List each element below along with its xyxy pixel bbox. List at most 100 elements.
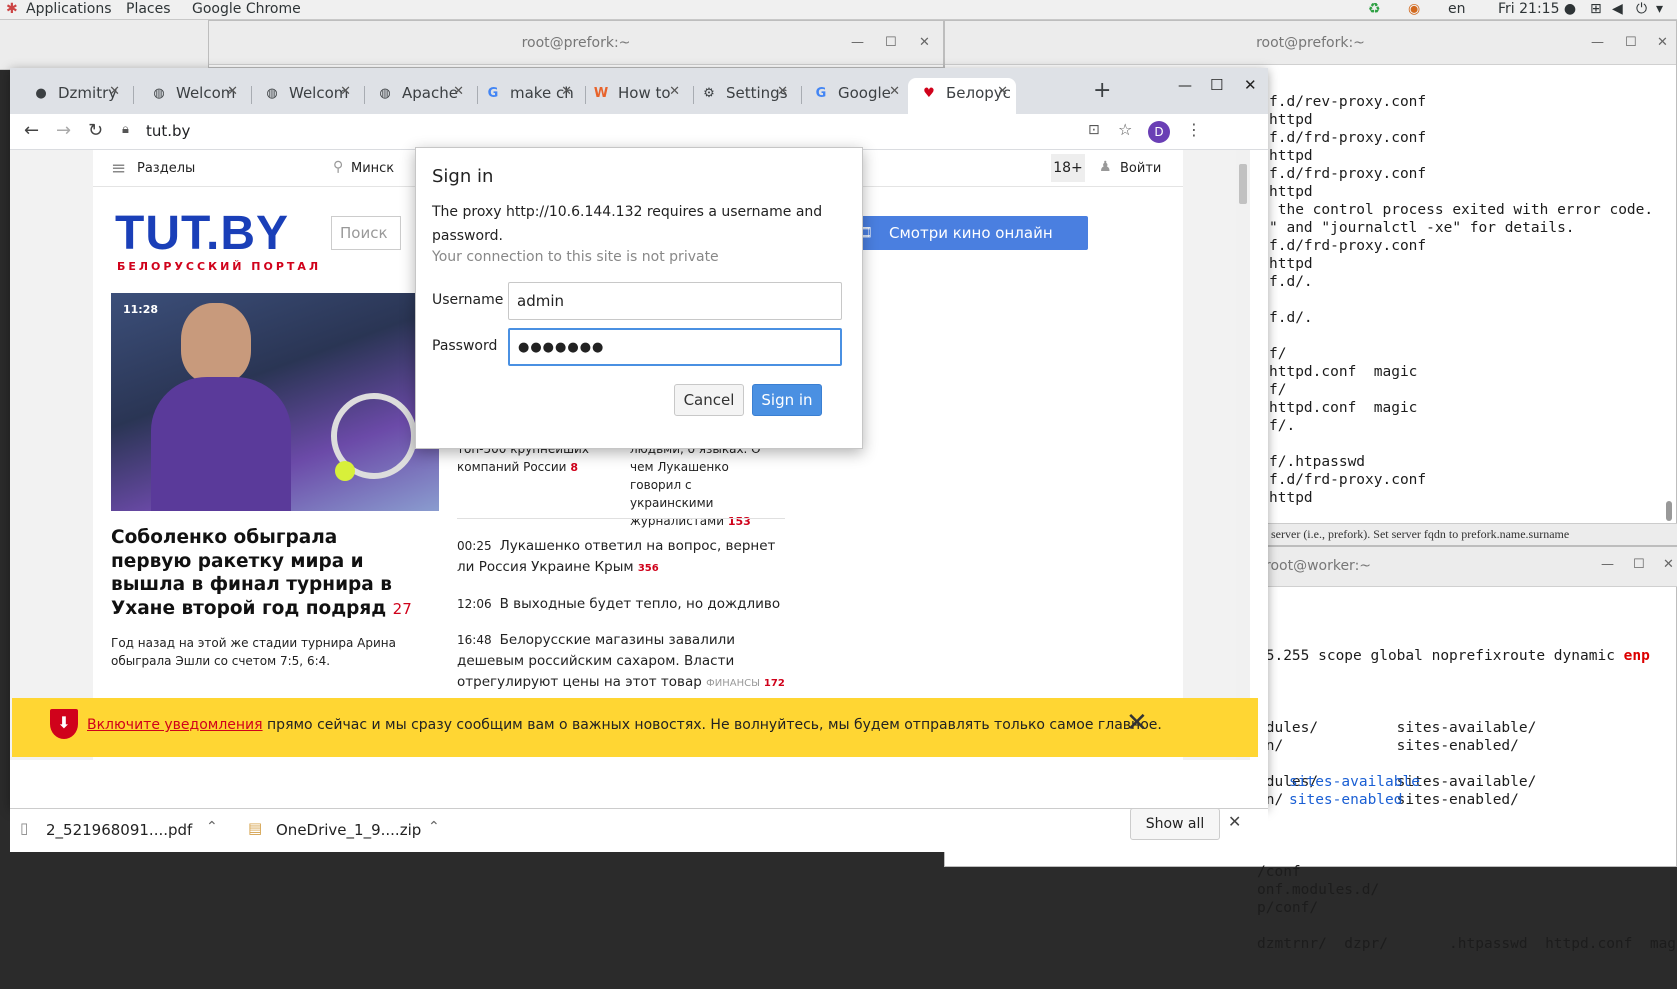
tab-7[interactable]: G Google ✕ [800,78,908,110]
chevron-up-icon[interactable]: ⌃ [428,819,440,835]
back-arrow-icon[interactable]: ← [24,120,39,141]
places-menu[interactable]: Places [126,1,171,17]
lock-icon[interactable]: 🔒︎ [122,122,129,137]
tennis-ball-icon [335,461,355,481]
news-item[interactable]: 12:06 В выходные будет тепло, но дождливо [457,594,787,615]
tab-1[interactable]: ◍ Welcom ✕ [138,78,246,110]
volume-icon[interactable]: ◀ [1612,1,1623,17]
tab-2[interactable]: ◍ Welcom ✕ [251,78,359,110]
close-tab-icon[interactable]: ✕ [561,84,572,99]
sections-link[interactable]: Разделы [137,161,195,176]
news-text[interactable]: Лукашенко ответил на вопрос, вернет ли Р… [457,538,775,575]
minimize-icon[interactable]: — [1178,78,1192,94]
news-text[interactable]: В выходные будет тепло, но дождливо [500,596,781,612]
chevron-up-icon[interactable]: ⌃ [206,819,218,835]
app-menu[interactable]: Google Chrome [192,1,301,17]
editor-line: server (i.e., prefork). Set server fqdn … [1271,527,1570,541]
network-icon[interactable]: ⊞ [1590,1,1602,17]
headline-text[interactable]: Соболенко обыграла первую ракетку мира и… [111,527,392,619]
bookmark-star-icon[interactable]: ☆ [1118,120,1132,139]
site-logo[interactable]: TUT.BY [115,210,289,258]
news-item[interactable]: 00:25 Лукашенко ответил на вопрос, вернет… [457,536,787,579]
maximize-icon[interactable]: ☐ [885,35,897,50]
download-item-2[interactable]: OneDrive_1_9....zip [276,821,421,839]
comment-count[interactable]: 27 [393,600,412,618]
news-tag[interactable]: ФИНАНСЫ [706,678,760,689]
site-search-input[interactable]: Поиск [331,216,401,250]
close-tab-icon[interactable]: ✕ [997,84,1008,99]
minimize-icon[interactable]: — [851,35,864,50]
comment-count[interactable]: 153 [728,515,751,528]
hamburger-icon[interactable]: ≡ [111,158,126,179]
close-tab-icon[interactable]: ✕ [889,84,900,99]
close-icon[interactable]: ✕ [1244,76,1257,94]
close-icon[interactable]: ✕ [1126,708,1148,738]
close-tab-icon[interactable]: ✕ [227,84,238,99]
reload-icon[interactable]: ↻ [88,120,103,141]
maximize-icon[interactable]: ☐ [1625,35,1637,50]
enable-notifications-link[interactable]: Включите уведомления [87,717,263,733]
news-item[interactable]: 16:48 Белорусские магазины завалили дешев… [457,630,787,694]
tab-0[interactable]: ● Dzmitry ✕ [20,78,128,110]
maximize-icon[interactable]: ☐ [1210,76,1223,94]
comment-count[interactable]: 356 [638,563,659,574]
keyboard-layout[interactable]: en [1448,1,1466,17]
applications-menu[interactable]: Applications [26,1,112,17]
tab-6[interactable]: ⚙ Settings ✕ [688,78,796,110]
main-news-headline[interactable]: Соболенко обыграла первую ракетку мира и… [111,526,421,621]
location-pin-icon: ⚲ [333,159,344,175]
recycle-icon[interactable]: ♻ [1368,1,1381,17]
tab-8[interactable]: ♥ Белорус ✕ [908,78,1016,114]
username-field[interactable]: admin [508,282,842,320]
omnibox[interactable]: 🔒︎ tut.by [114,118,1214,146]
url-text[interactable]: tut.by [146,122,190,140]
main-news-image[interactable]: 11:28 [111,293,439,511]
news-text[interactable]: Белорусские магазины завалили дешевым ро… [457,632,735,690]
clock[interactable]: Fri 21:15 ● [1498,1,1576,17]
close-icon[interactable]: ✕ [1228,812,1241,831]
terminal-title: root@prefork:~ [521,35,631,51]
minimize-icon[interactable]: — [1591,35,1604,50]
login-link[interactable]: Войти [1120,161,1161,176]
scrollbar-thumb[interactable] [1239,164,1247,204]
close-tab-icon[interactable]: ✕ [453,84,464,99]
close-tab-icon[interactable]: ✕ [340,84,351,99]
chevron-down-icon[interactable]: ▾ [1656,1,1663,17]
close-icon[interactable]: ✕ [1663,557,1674,572]
power-icon[interactable]: ⏻ [1636,1,1647,17]
close-tab-icon[interactable]: ✕ [109,84,120,99]
tray-app-icon[interactable]: ◉ [1408,1,1420,17]
password-field[interactable]: ●●●●●●● [508,328,842,366]
comment-count[interactable]: 172 [764,678,785,689]
interface-name: enp [1623,648,1650,664]
forward-arrow-icon[interactable]: → [56,120,71,141]
close-icon[interactable]: ✕ [1657,35,1668,50]
sign-in-button[interactable]: Sign in [752,384,822,416]
city-selector[interactable]: Минск [351,161,394,176]
minimize-icon[interactable]: — [1601,557,1614,572]
close-tab-icon[interactable]: ✕ [669,84,680,99]
tab-5[interactable]: W How to ✕ [580,78,688,110]
profile-avatar[interactable]: D [1148,121,1170,143]
tab-4[interactable]: Gmake ch ✕ [472,78,580,110]
menu-dots-icon[interactable]: ⋮ [1186,120,1202,139]
comment-count[interactable]: 8 [570,461,578,474]
translate-icon[interactable]: ⊡ [1088,122,1100,138]
close-icon[interactable]: ✕ [919,35,930,50]
terminal-title: root@worker:~ [1265,558,1372,574]
maximize-icon[interactable]: ☐ [1633,557,1645,572]
tab-separator [133,86,134,104]
page-scrollbar[interactable] [1236,150,1250,760]
tab-3[interactable]: ◍ Apache ✕ [364,78,472,110]
show-all-button[interactable]: Show all [1130,808,1220,840]
terminal-window-prefork-1[interactable]: root@prefork:~ — ☐ ✕ [208,20,944,68]
news-time: 12:06 [457,597,492,611]
terminal-scrollbar[interactable] [1666,501,1672,521]
download-item-1[interactable]: 2_521968091....pdf [46,821,192,839]
close-tab-icon[interactable]: ✕ [777,84,788,99]
chrome-window[interactable]: ● Dzmitry ✕ ◍ Welcom ✕ ◍ Welcom ✕ ◍ Apache ✕ Gmake c… [10,68,1268,808]
new-tab-button[interactable]: + [1093,78,1111,103]
cancel-button[interactable]: Cancel [674,384,744,416]
